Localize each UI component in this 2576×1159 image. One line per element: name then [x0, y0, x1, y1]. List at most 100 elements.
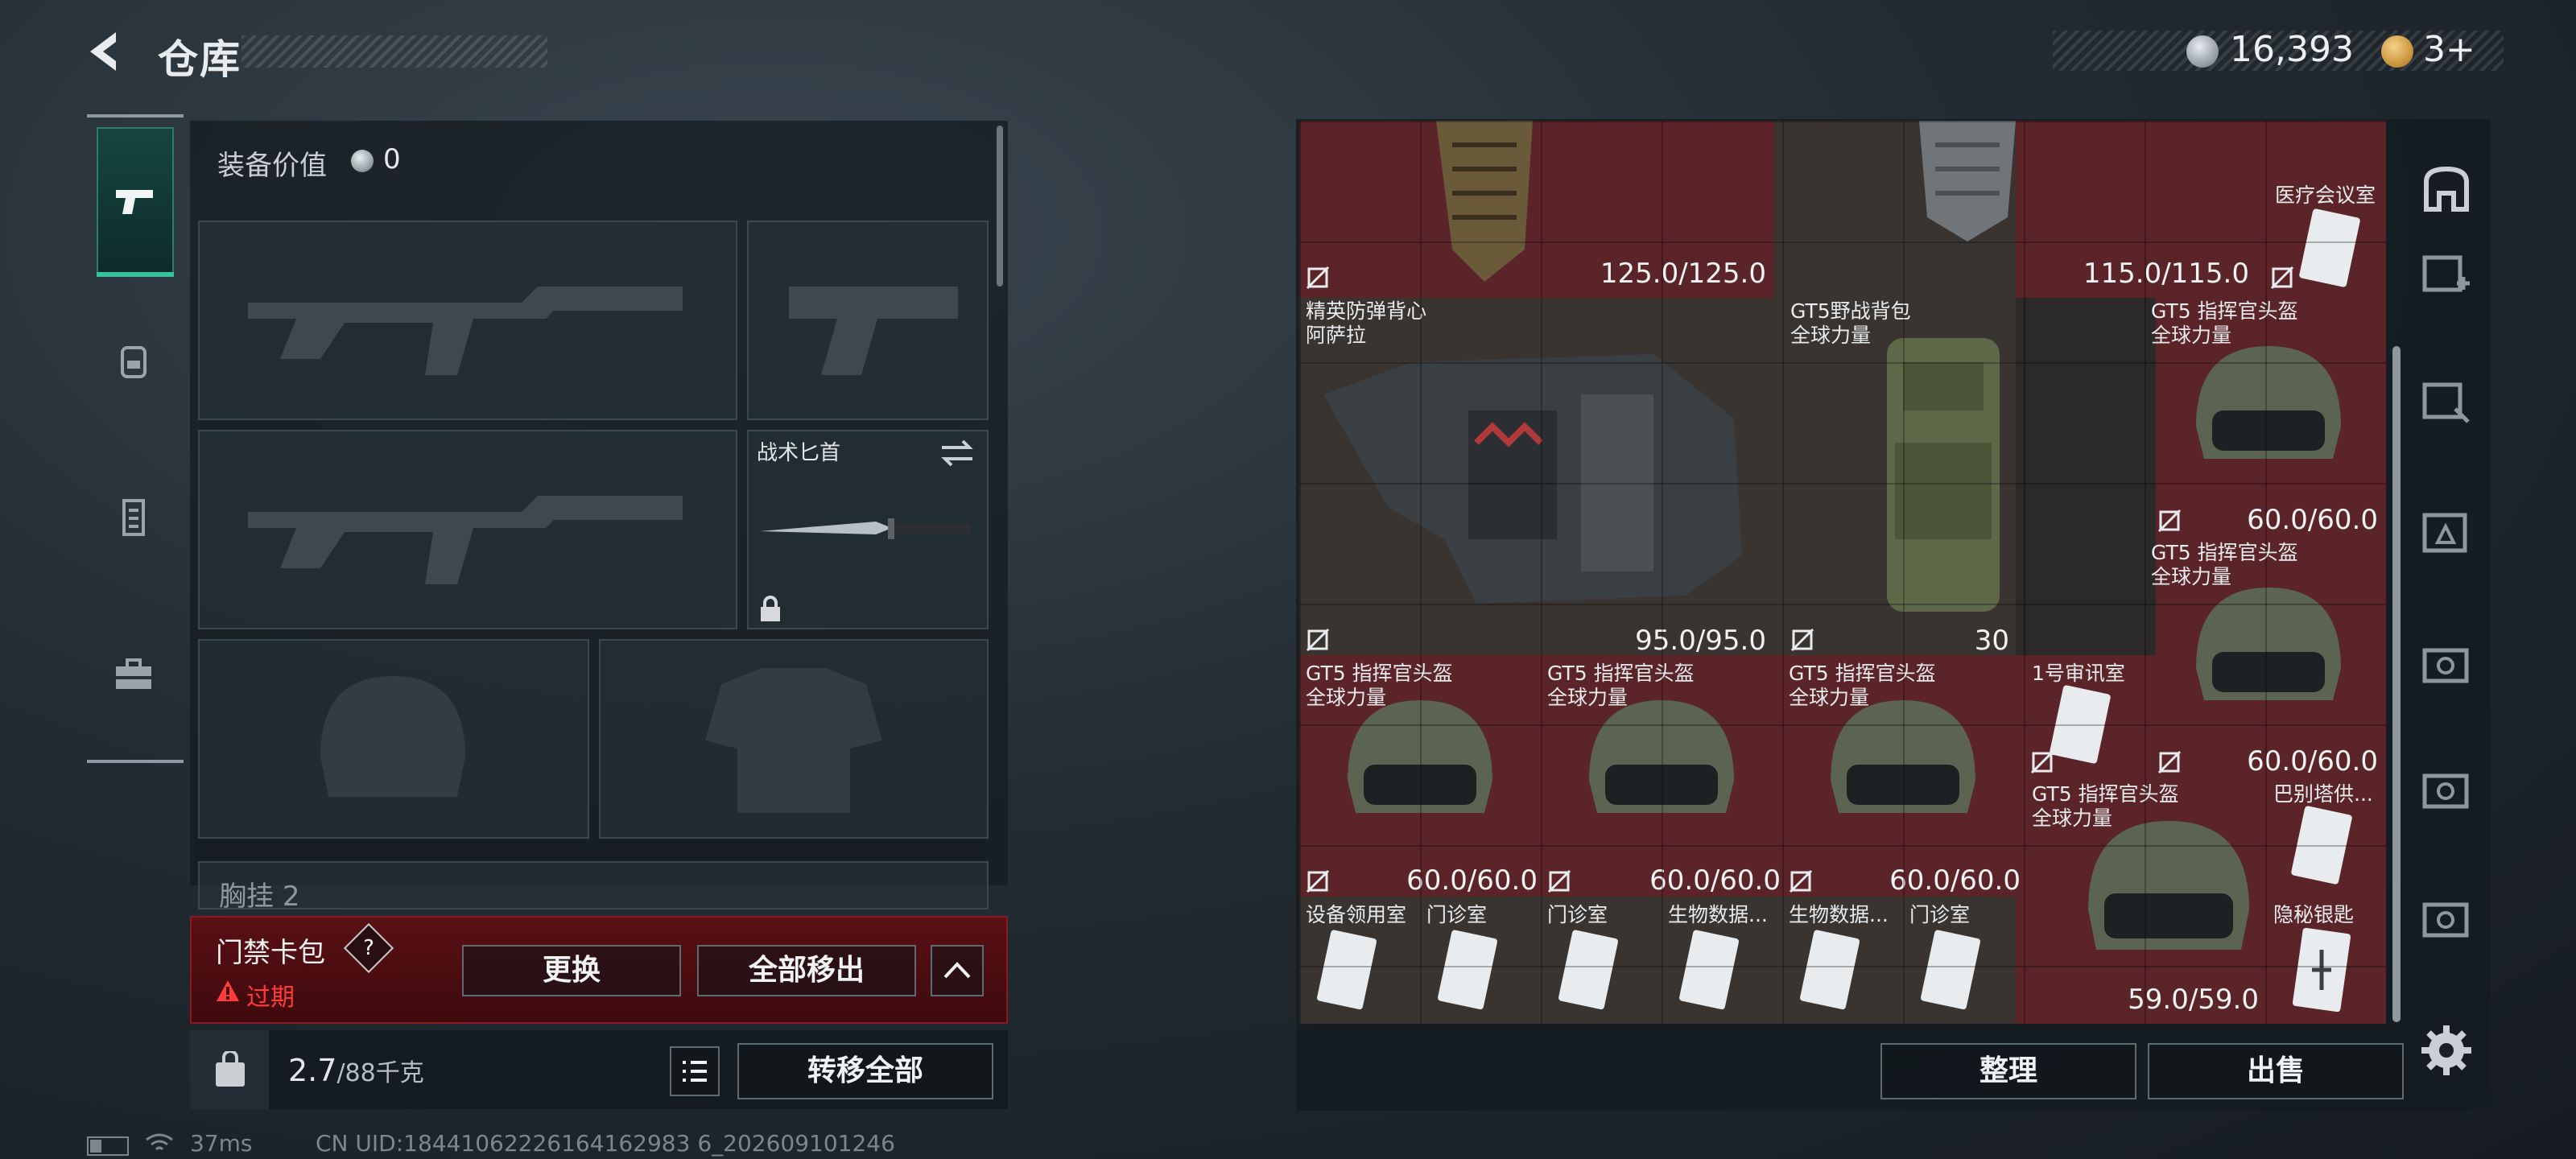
no-insure-icon — [2157, 509, 2182, 533]
tidy-button[interactable]: 整理 — [1880, 1043, 2136, 1099]
back-arrow-icon[interactable] — [80, 27, 132, 76]
keycard-item-icon — [2050, 685, 2111, 764]
container-icon-4[interactable] — [2418, 636, 2475, 692]
lock-icon — [761, 596, 780, 621]
keycard-item-icon — [1679, 930, 1739, 1010]
backpack-capacity: 30 — [1974, 625, 2009, 657]
swap-icon[interactable] — [939, 438, 976, 468]
vest-item-icon — [1919, 121, 2016, 241]
chevron-up-icon — [943, 962, 971, 979]
item-durability: 60.0/60.0 — [1649, 864, 1781, 897]
vest-item-icon — [1436, 121, 1533, 282]
no-insure-icon — [1306, 266, 1330, 290]
rifle-silhouette-icon — [248, 287, 683, 375]
weight-icon-box — [190, 1030, 269, 1109]
keycard-expired-status: 过期 — [246, 984, 295, 1012]
item-durability: 59.0/59.0 — [2128, 984, 2259, 1016]
item-durability: 60.0/60.0 — [1889, 864, 2021, 897]
tab-vest[interactable] — [109, 493, 158, 541]
remove-all-button[interactable]: 全部移出 — [697, 945, 916, 996]
no-insure-icon — [1790, 628, 1814, 652]
coin-balance: 16,393 — [2230, 29, 2354, 70]
no-insure-icon — [1306, 628, 1330, 652]
pistol-silhouette-icon — [789, 287, 958, 375]
transfer-all-button[interactable]: 转移全部 — [737, 1043, 993, 1099]
keycard-item-icon — [1800, 930, 1860, 1010]
rifle-silhouette-icon — [248, 496, 683, 584]
stash-icon[interactable] — [2418, 161, 2475, 217]
weight-icon — [216, 1051, 245, 1087]
item-durability: 60.0/60.0 — [2247, 745, 2378, 777]
secondary-weapon-slot[interactable] — [198, 430, 737, 629]
helmet-item-icon — [1348, 700, 1492, 813]
keycard-bag-title: 门禁卡包 — [216, 937, 325, 969]
ping-readout: 37ms — [190, 1130, 253, 1157]
helmet-silhouette-icon — [320, 676, 465, 797]
backpack-item-icon — [1887, 338, 2000, 612]
item-name: 精英防弹背心 阿萨拉 — [1306, 299, 1427, 347]
uid-readout: CN UID:18441062226164162983 6_2026091012… — [316, 1130, 895, 1157]
item-name: 1号审讯室 — [2032, 662, 2125, 685]
keycard-item-icon — [2292, 927, 2351, 1013]
container-icon-1[interactable] — [2418, 246, 2475, 303]
item-name: 设备领用室 — [1306, 903, 1407, 926]
primary-weapon-slot[interactable] — [198, 221, 737, 420]
no-insure-icon — [2270, 266, 2294, 290]
no-insure-icon — [1547, 869, 1571, 893]
tab-backpack[interactable] — [109, 336, 158, 385]
collapse-button[interactable] — [931, 945, 984, 996]
item-name: 门诊室 — [1426, 903, 1488, 926]
coin-icon — [351, 150, 374, 172]
wifi-icon — [146, 1133, 173, 1151]
item-durability: 125.0/125.0 — [1600, 258, 1766, 290]
chest-rig-label: 胸挂 2 — [219, 881, 300, 913]
item-durability: 60.0/60.0 — [1406, 864, 1538, 897]
container-icon-2[interactable] — [2418, 373, 2475, 430]
coin-icon — [2186, 35, 2219, 68]
melee-slot[interactable]: 战术匕首 — [747, 430, 989, 629]
tab-active-indicator — [97, 272, 174, 277]
container-icon-3[interactable] — [2418, 504, 2475, 560]
item-name: 生物数据... — [1789, 903, 1889, 926]
item-name: 门诊室 — [1547, 903, 1608, 926]
container-icon-6[interactable] — [2418, 890, 2475, 947]
keycard-item-icon — [1921, 930, 1980, 1010]
item-name: 巴别塔供... — [2273, 782, 2373, 806]
stash-scrollbar[interactable] — [2392, 346, 2401, 1022]
keycard-item-icon — [1558, 930, 1618, 1010]
ticket-icon — [2381, 35, 2413, 68]
list-view-button[interactable] — [670, 1046, 720, 1096]
chest-rig-slot[interactable] — [198, 861, 989, 909]
armor-slot[interactable] — [599, 639, 989, 839]
list-icon — [683, 1061, 707, 1082]
knife-label: 战术匕首 — [757, 441, 841, 465]
ticket-balance[interactable]: 3+ — [2423, 29, 2475, 70]
replace-button[interactable]: 更换 — [462, 945, 681, 996]
item-durability: 60.0/60.0 — [2247, 504, 2378, 536]
keycard-item-icon — [2291, 806, 2352, 885]
sell-button[interactable]: 出售 — [2148, 1043, 2404, 1099]
helmet-slot[interactable] — [198, 639, 589, 839]
equipment-value: 0 — [383, 143, 401, 175]
keycard-item-icon — [1438, 930, 1497, 1010]
title-decoration — [242, 35, 547, 68]
equipment-scrollbar[interactable] — [997, 126, 1003, 287]
keycard-item-icon — [1317, 930, 1377, 1010]
item-name: 隐秘银匙 — [2273, 903, 2355, 926]
no-insure-icon — [2030, 750, 2054, 774]
warning-icon — [217, 980, 239, 1001]
gear-icon[interactable] — [2418, 1022, 2475, 1079]
tabbar-divider-bottom — [87, 760, 184, 763]
stash-grid[interactable]: 125.0/125.0 115.0/115.0 医疗会议室 精英防弹背心 阿萨拉 … — [1299, 121, 2386, 1024]
item-name: 医疗会议室 — [2275, 184, 2376, 207]
item-durability: 115.0/115.0 — [2083, 258, 2249, 290]
helmet-item-icon — [2196, 346, 2341, 459]
item-durability: 95.0/95.0 — [1635, 625, 1766, 657]
helmet-item-icon — [2088, 821, 2249, 950]
container-icon-5[interactable] — [2418, 761, 2475, 818]
item-name: 生物数据... — [1668, 903, 1768, 926]
tabbar-divider-top — [87, 114, 184, 118]
item-name: 门诊室 — [1909, 903, 1971, 926]
sidearm-slot[interactable] — [747, 221, 989, 420]
tab-toolbox[interactable] — [109, 650, 158, 699]
